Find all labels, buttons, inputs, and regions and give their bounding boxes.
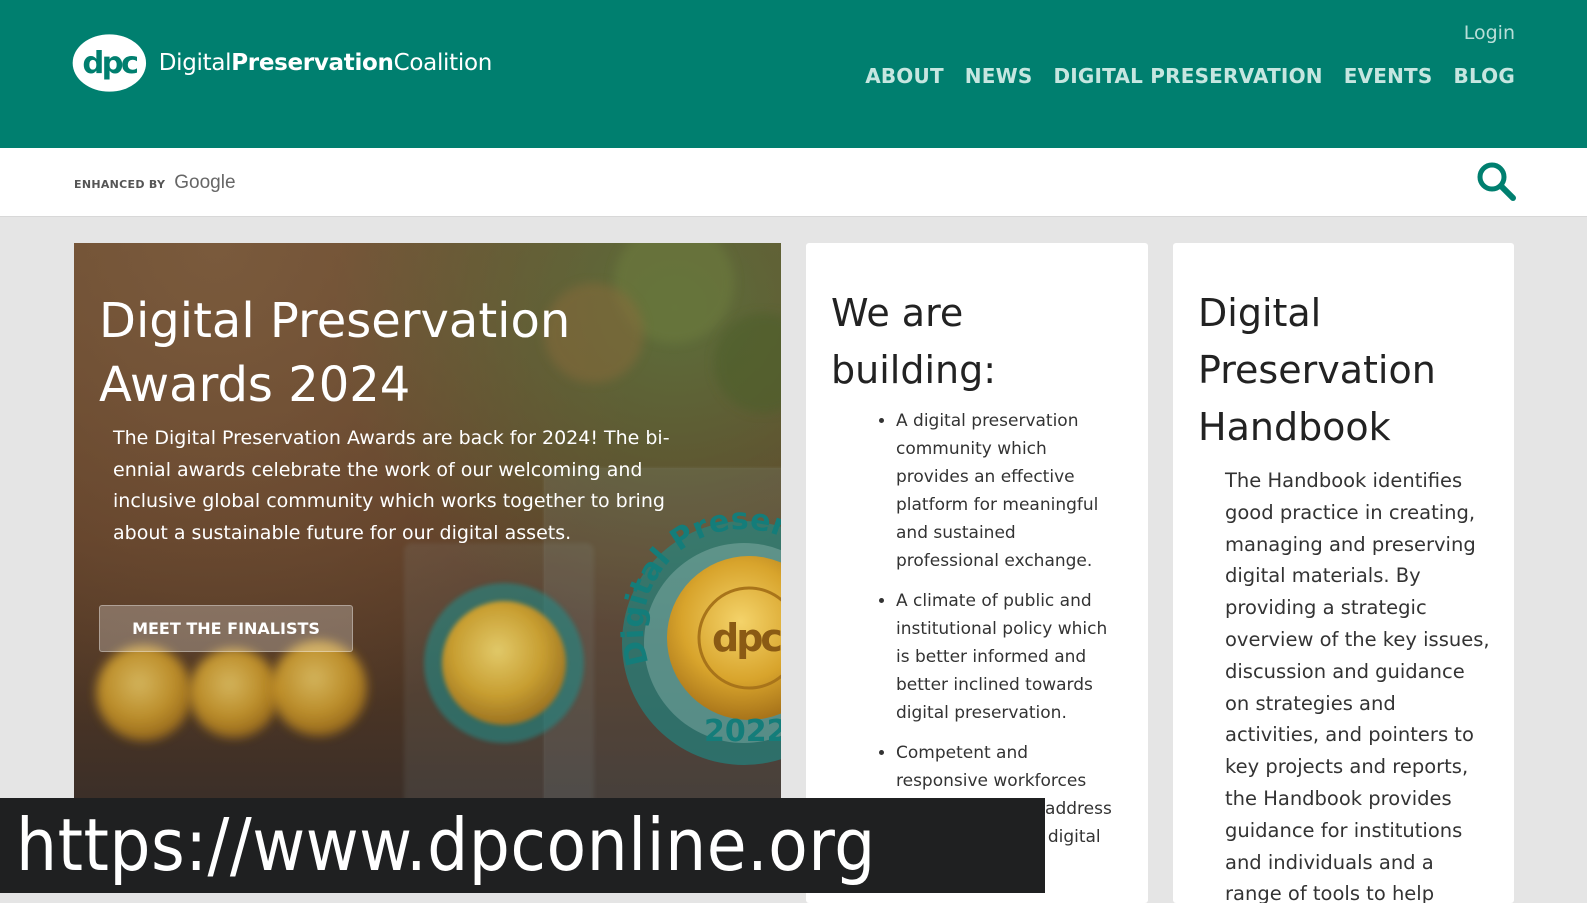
logo-wordmark: DigitalPreservationCoalition [158, 50, 493, 76]
hero-description: The Digital Preservation Awards are back… [113, 427, 670, 544]
enhanced-by-google: ENHANCED BY Google [74, 172, 236, 194]
dpc-logo-icon: dpc [72, 34, 147, 92]
svg-text:2022: 2022 [704, 714, 781, 749]
list-item: A climate of public and institutional po… [896, 587, 1121, 727]
main-nav: ABOUT NEWS DIGITAL PRESERVATION EVENTS B… [865, 64, 1515, 88]
site-logo[interactable]: dpc DigitalPreservationCoalition [72, 18, 492, 108]
login-link[interactable]: Login [1464, 22, 1515, 44]
nav-news[interactable]: NEWS [965, 64, 1033, 88]
card-title: Digital Preservation Handbook [1198, 291, 1436, 449]
nav-events[interactable]: EVENTS [1344, 64, 1433, 88]
hero-banner: dpc Digital Preservat 2022 Digital Prese… [74, 243, 781, 893]
search-bar[interactable]: ENHANCED BY Google [0, 148, 1587, 217]
svg-text:dpc: dpc [712, 616, 780, 660]
nav-digital-preservation[interactable]: DIGITAL PRESERVATION [1053, 64, 1322, 88]
meet-the-finalists-button[interactable]: MEET THE FINALISTS [99, 605, 353, 652]
card-title: We are building: [831, 291, 997, 392]
url-overlay-text: https://www.dpconline.org [16, 803, 876, 887]
site-header: dpc DigitalPreservationCoalition Login A… [0, 0, 1587, 148]
handbook-description: The Handbook identifies good practice in… [1225, 469, 1490, 903]
list-item: A digital preservation community which p… [896, 407, 1121, 575]
search-icon[interactable] [1475, 160, 1517, 202]
google-label: Google [174, 172, 236, 193]
nav-about[interactable]: ABOUT [865, 64, 944, 88]
enhanced-by-label: ENHANCED BY [74, 178, 166, 191]
svg-text:dpc: dpc [82, 46, 138, 81]
hero-title: Digital Preservation Awards 2024 [99, 293, 571, 413]
handbook-card[interactable]: Digital Preservation Handbook The Handbo… [1173, 243, 1514, 903]
nav-blog[interactable]: BLOG [1454, 64, 1516, 88]
